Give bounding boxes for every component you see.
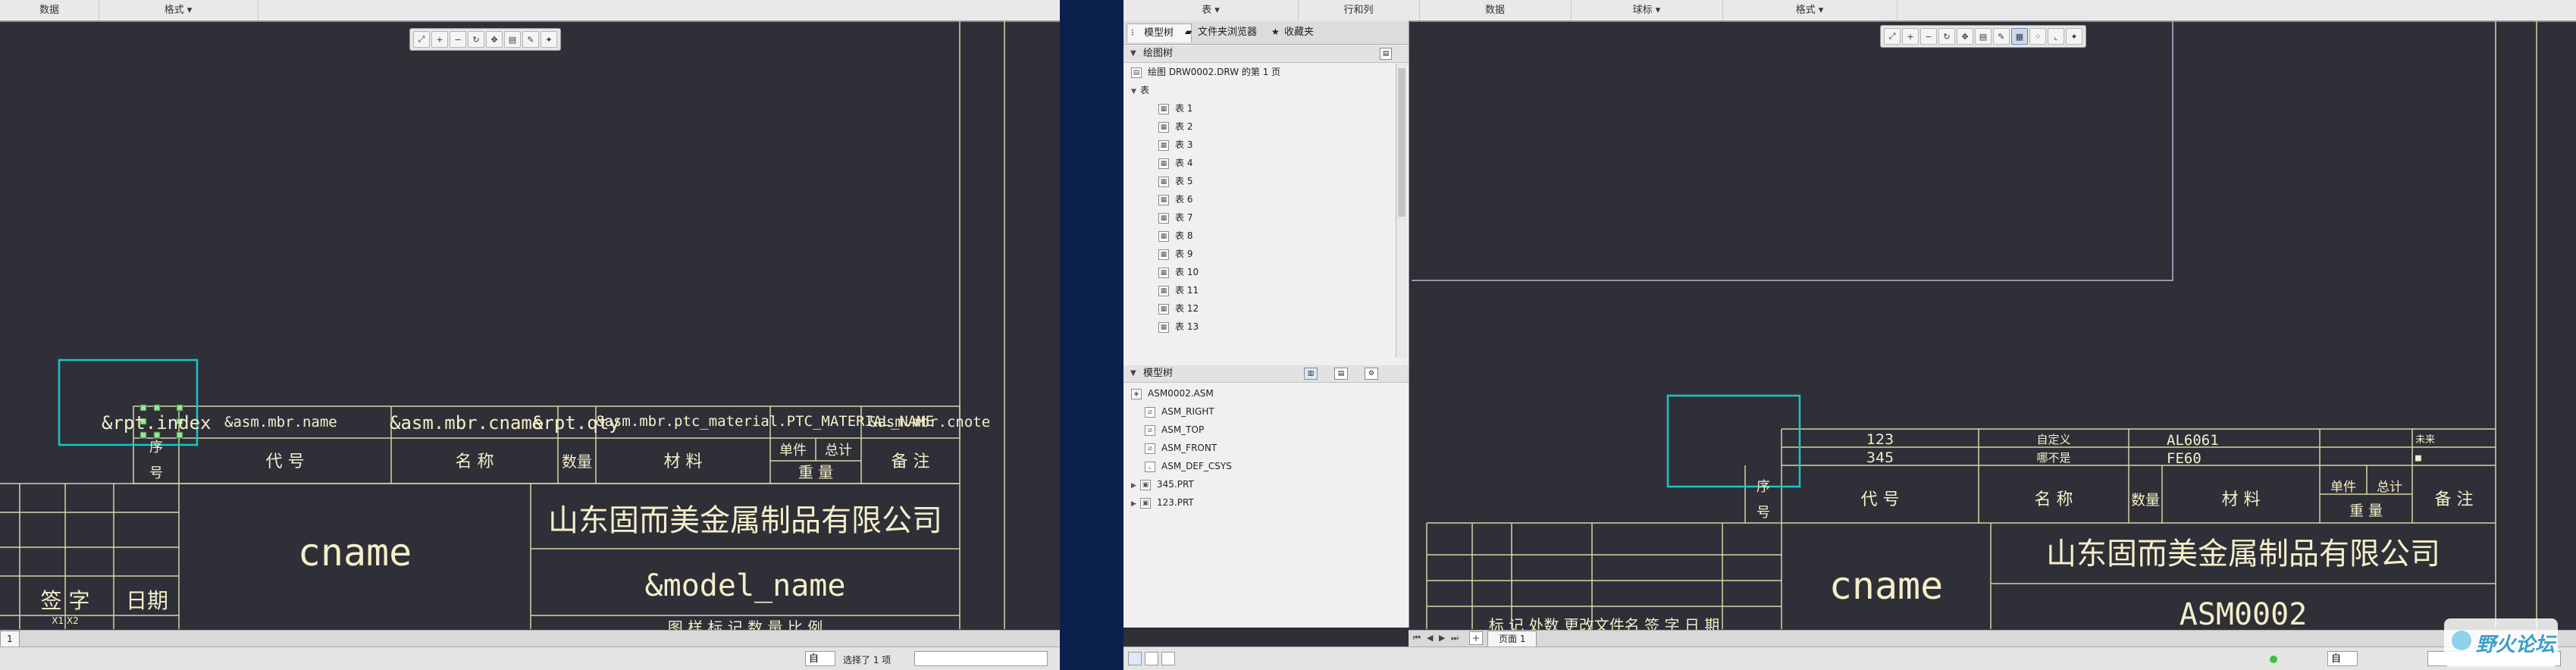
hdr-seq-bottom: 号 bbox=[149, 465, 163, 481]
bom-row-2-note: ■ bbox=[2415, 452, 2421, 464]
status-indicator-icon bbox=[2270, 656, 2277, 663]
right-page-tab[interactable]: 页面 1 bbox=[1487, 631, 1537, 647]
left-status-bar: 自 选择了 1 项 bbox=[0, 647, 1060, 670]
title-date: 日期 bbox=[126, 588, 168, 613]
next-page-icon[interactable]: ▶ bbox=[1439, 633, 1445, 643]
param-cnote: &asm.mbr.cnote bbox=[869, 414, 990, 430]
title-model-name: ASM0002 bbox=[2180, 597, 2308, 632]
left-horizontal-scrollbar[interactable]: 1 bbox=[0, 630, 1060, 647]
status-icon-browser[interactable] bbox=[1161, 652, 1175, 665]
bom-row-2-code: 345 bbox=[1866, 449, 1894, 466]
left-filter-combo[interactable]: 自 bbox=[805, 651, 835, 666]
hdr-total: 总计 bbox=[825, 443, 852, 459]
hdr-material: 材 料 bbox=[664, 452, 703, 471]
status-icon-navigator[interactable] bbox=[1145, 652, 1158, 665]
right-horizontal-scrollbar[interactable]: ⏮ ◀ ▶ ⏭ + 页面 1 bbox=[1409, 630, 2576, 647]
param-asm-name: &asm.mbr.name bbox=[224, 414, 337, 430]
status-icon-graphics[interactable] bbox=[1128, 652, 1142, 665]
hdr-seq-top: 序 bbox=[1757, 479, 1770, 495]
param-rpt-index: &rpt.index bbox=[102, 412, 212, 434]
right-drawing-window: 表 ▾ 行和列 数据 球标 ▾ 格式 ▾ ⁝ 模型树 ▰ 文件夹浏览器 ★ 收藏夹 ▼… bbox=[1123, 0, 2576, 670]
right-drawing-canvas[interactable]: 123 自定义 345 哪不是 序 号 代 号 名 称 数量 材 料 单件 总计… bbox=[1123, 0, 2576, 670]
left-drawing-window: 数据 格式 ▾ ⤢ + − ↻ ✥ ▤ ✎ ✦ &rpt.index &asm.… bbox=[0, 0, 1060, 670]
hdr-code: 代 号 bbox=[1861, 490, 1900, 509]
hdr-weight: 重 量 bbox=[798, 463, 833, 481]
title-model-name: &model_name bbox=[645, 568, 846, 603]
add-page-icon[interactable]: + bbox=[1469, 631, 1483, 645]
title-company: 山东固而美金属制品有限公司 bbox=[2046, 537, 2440, 571]
bom-row-2-material: FE60 bbox=[2167, 450, 2202, 467]
watermark: 野火论坛 bbox=[2444, 618, 2558, 667]
prev-page-icon[interactable]: ◀ bbox=[1427, 633, 1433, 643]
hdr-material: 材 料 bbox=[2222, 490, 2261, 509]
hdr-name: 名 称 bbox=[456, 452, 494, 471]
hdr-remarks: 备 注 bbox=[2435, 490, 2474, 509]
title-company: 山东固而美金属制品有限公司 bbox=[548, 503, 942, 538]
title-cname: cname bbox=[298, 531, 412, 575]
hdr-unit: 单件 bbox=[779, 443, 807, 459]
hdr-code: 代 号 bbox=[266, 452, 305, 471]
title-small-marks: X1 X2 bbox=[52, 615, 79, 626]
hdr-remarks: 备 注 bbox=[892, 452, 930, 471]
hdr-seq-top: 序 bbox=[149, 440, 163, 456]
bom-row-1-name: 自定义 bbox=[2036, 433, 2070, 446]
bom-row-2-name: 哪不是 bbox=[2036, 451, 2070, 465]
hdr-unit: 单件 bbox=[2330, 480, 2356, 495]
first-page-icon[interactable]: ⏮ bbox=[1413, 633, 1421, 643]
hdr-seq-bottom: 号 bbox=[1757, 505, 1770, 521]
last-page-icon[interactable]: ⏭ bbox=[1451, 633, 1459, 643]
watermark-logo-icon bbox=[2452, 631, 2471, 650]
bom-row-1-material: AL6061 bbox=[2167, 432, 2219, 449]
watermark-text: 野火论坛 bbox=[2476, 634, 2556, 656]
param-asm-cname: &asm.mbr.cname bbox=[390, 412, 543, 434]
title-sign: 签 字 bbox=[41, 588, 90, 613]
hdr-total: 总计 bbox=[2377, 480, 2402, 495]
left-page-tab[interactable]: 1 bbox=[0, 631, 20, 647]
hdr-name: 名 称 bbox=[2035, 490, 2073, 509]
hdr-qty: 数量 bbox=[562, 452, 592, 471]
selection-box[interactable] bbox=[1666, 394, 1801, 488]
bom-row-1-code: 123 bbox=[1866, 431, 1894, 448]
left-status-selected: 选择了 1 项 bbox=[843, 655, 892, 665]
right-status-bar: 自 bbox=[1123, 647, 2576, 670]
right-filter-combo[interactable]: 自 bbox=[2327, 651, 2358, 666]
hdr-qty: 数量 bbox=[2131, 492, 2160, 509]
hdr-weight: 重 量 bbox=[2349, 502, 2383, 519]
title-cname: cname bbox=[1829, 564, 1944, 608]
left-selection-combo[interactable] bbox=[914, 651, 1048, 666]
bom-row-1-note: 未来 bbox=[2415, 434, 2435, 446]
left-drawing-canvas[interactable]: &rpt.index &asm.mbr.name &asm.mbr.cname … bbox=[0, 0, 1060, 670]
